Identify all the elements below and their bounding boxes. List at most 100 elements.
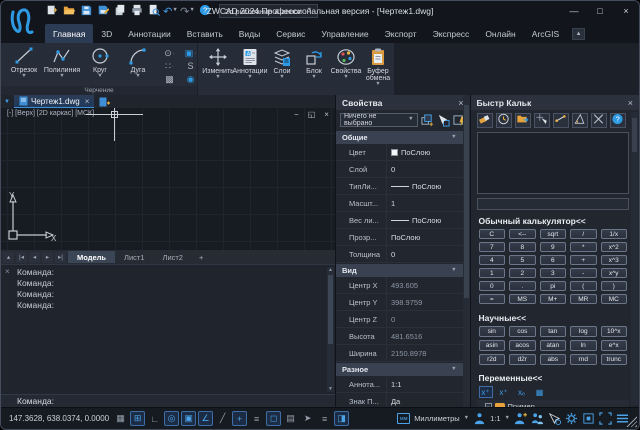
first-layout-icon[interactable]: |◂ [16, 252, 27, 263]
sci-r2d-button[interactable]: r2d [479, 354, 505, 365]
print-button[interactable] [130, 5, 143, 18]
new-variable-icon[interactable]: x⁺ [479, 386, 493, 398]
tool-layers[interactable]: Слои▼ [266, 45, 298, 88]
undo-button[interactable]: ↶▼ [164, 5, 177, 18]
grid-toggle[interactable]: ⊞ [130, 411, 145, 426]
command-window[interactable]: × Команда:Команда:Команда:Команда: Коман… [1, 264, 335, 407]
calc---button[interactable]: / [570, 229, 597, 239]
calc-8-button[interactable]: 8 [509, 242, 536, 252]
quickcalc-input[interactable] [477, 198, 629, 210]
lwt-toggle[interactable]: ≡ [249, 411, 264, 426]
history-button[interactable] [496, 113, 512, 128]
calc-mc-button[interactable]: MC [601, 294, 627, 304]
tool-clipboard[interactable]: Буфер обмена▼ [362, 45, 394, 88]
ribbon-tab-экспресс[interactable]: Экспресс [425, 24, 478, 43]
menu-lines-toggle[interactable]: ≡ [317, 411, 332, 426]
calc---button[interactable]: ) [601, 281, 627, 291]
mdi-minimize-icon[interactable]: − [294, 110, 299, 119]
property-value[interactable]: 1 [386, 195, 463, 211]
ribbon-group-label[interactable]: Черчение [1, 86, 197, 95]
calc-9-button[interactable]: 9 [540, 242, 566, 252]
new-drawing-button[interactable] [97, 96, 111, 108]
tab-close-icon[interactable]: × [85, 97, 90, 106]
sci-d2r-button[interactable]: d2r [509, 354, 536, 365]
tool-properties[interactable]: Свойства▼ [330, 45, 362, 88]
sci-e-x-button[interactable]: e^x [601, 340, 627, 351]
chevron-down-icon[interactable]: ▼ [505, 416, 510, 422]
property-value[interactable]: 398.9759 [386, 294, 463, 310]
tool-annotation[interactable]: AАннотации▼ [234, 45, 266, 88]
calc-0-button[interactable]: 0 [479, 281, 505, 291]
property-value[interactable]: ПоСлою [386, 229, 463, 245]
sci-ln-button[interactable]: ln [570, 340, 597, 351]
command-scrollbar[interactable]: ▲ ▼ [327, 267, 334, 392]
property-value[interactable]: 481.6516 [386, 328, 463, 344]
calc---button[interactable]: = [479, 294, 505, 304]
calc-7-button[interactable]: 7 [479, 242, 505, 252]
calc-1-x-button[interactable]: 1/x [601, 229, 627, 239]
calc-sqrt-button[interactable]: sqrt [540, 229, 566, 239]
layout-menu-icon[interactable]: ▴ [3, 252, 14, 263]
calc-3-button[interactable]: 3 [540, 268, 566, 278]
dyn-toggle[interactable]: + [232, 411, 247, 426]
variables-section[interactable]: Переменные<< [471, 365, 639, 384]
circle-center-tool[interactable]: ⊙· [159, 47, 180, 60]
property-value[interactable]: ПоСлою [386, 144, 463, 160]
sci-cos-button[interactable]: cos [509, 326, 536, 337]
sci-log-button[interactable]: log [570, 326, 597, 337]
ribbon-tab-экспорт[interactable]: Экспорт [377, 24, 425, 43]
section-header-вид[interactable]: Вид▼ [336, 264, 463, 277]
command-input[interactable]: Команда: [1, 394, 335, 407]
batch-plot-button[interactable] [113, 5, 126, 18]
open-file-button[interactable] [62, 5, 75, 18]
isolate-toggle[interactable]: ◨ [334, 411, 349, 426]
calc---button[interactable]: . [509, 281, 536, 291]
quickcalc-history-box[interactable] [477, 132, 629, 194]
plot-preview-button[interactable] [147, 5, 160, 18]
ribbon-tab-arcgis[interactable]: ArcGIS [524, 24, 567, 43]
ribbon-collapse-button[interactable]: ▲ [572, 28, 585, 40]
workspace-switch-icon[interactable] [548, 412, 561, 425]
redo-button[interactable]: ↷▼ [181, 5, 194, 18]
annotation-visibility-icon[interactable] [514, 412, 527, 425]
new-calculator-variable-icon[interactable]: x⁺ [497, 386, 511, 398]
minimize-button[interactable]: — [561, 2, 587, 20]
standard-calculator-section[interactable]: Обычный калькулятор<< [471, 210, 639, 229]
property-value[interactable]: 0 [386, 246, 463, 262]
quickcalc-close-icon[interactable]: × [628, 98, 633, 108]
annotation-scale-value[interactable]: 1:1 [490, 414, 500, 423]
mdi-restore-icon[interactable]: ◱ [308, 110, 316, 119]
property-value[interactable]: 2150.8978 [386, 345, 463, 361]
calc-x-y-button[interactable]: x^y [601, 268, 627, 278]
layout-tab-лист1[interactable]: Лист1 [115, 251, 153, 263]
tool-line[interactable]: Отрезок▼ [5, 44, 43, 80]
otrack-toggle[interactable]: ╱ [215, 411, 230, 426]
settings-gear-icon[interactable] [565, 412, 578, 425]
calc---button[interactable]: ( [570, 281, 597, 291]
angle-button[interactable] [572, 113, 588, 128]
add-layout-button[interactable]: + [193, 253, 209, 262]
edit-variable-icon[interactable]: xₑ [515, 386, 529, 398]
units-label[interactable]: Миллиметры [414, 414, 459, 423]
status-menu-icon[interactable] [616, 412, 629, 425]
ribbon-tab-3d[interactable]: 3D [93, 24, 120, 43]
sci-rnd-button[interactable]: rnd [570, 354, 597, 365]
tab-list-dropdown-icon[interactable]: ▼ [3, 99, 11, 105]
sci-atan-button[interactable]: atan [540, 340, 566, 351]
calc---button[interactable]: * [570, 242, 597, 252]
points-tool[interactable]: ∷· [159, 60, 180, 73]
property-value[interactable]: ПоСлою [386, 212, 463, 228]
ribbon-tab-вставить[interactable]: Вставить [179, 24, 231, 43]
ribbon-tab-сервис[interactable]: Сервис [268, 24, 313, 43]
property-value[interactable]: ПоСлою [386, 178, 463, 194]
last-layout-icon[interactable]: ▸| [55, 252, 66, 263]
sci-abs-button[interactable]: abs [540, 354, 566, 365]
tool-arc[interactable]: Дуга▼ [119, 44, 157, 80]
paste-to-command-line-button[interactable] [515, 113, 531, 128]
properties-scrollbar[interactable] [463, 95, 470, 407]
calc-m--button[interactable]: M+ [540, 294, 566, 304]
hatch-tool[interactable]: ▩ [159, 73, 180, 86]
selection-dropdown[interactable]: Ничего не выбрано ▼ [340, 113, 418, 127]
clear-button[interactable] [477, 113, 493, 128]
calc---button[interactable]: - [570, 268, 597, 278]
